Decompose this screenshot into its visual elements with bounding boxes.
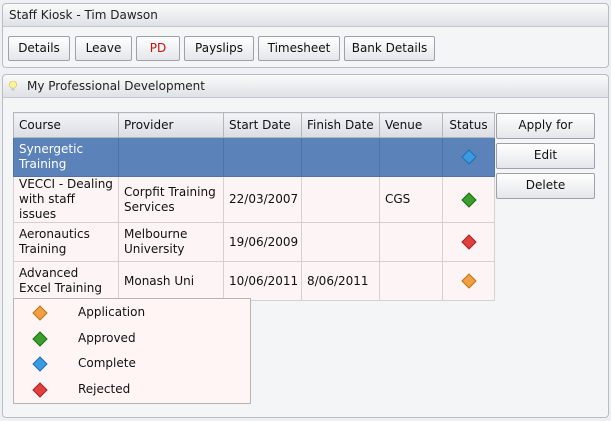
column-header-start-date[interactable]: Start Date — [223, 112, 302, 138]
bank-details-button[interactable]: Bank Details — [344, 36, 435, 61]
start-date-cell: 19/06/2009 — [223, 222, 302, 262]
professional-development-panel: My Professional Development Course Provi… — [2, 74, 609, 418]
lightbulb-icon — [9, 81, 17, 91]
start-date-cell: 22/03/2007 — [223, 176, 302, 223]
window-title: Staff Kiosk - Tim Dawson — [3, 4, 608, 27]
approved-diamond-icon — [32, 330, 48, 347]
details-button[interactable]: Details — [8, 36, 70, 61]
table-row[interactable]: VECCI - Dealing with staff issues Corpfi… — [13, 176, 495, 223]
edit-button[interactable]: Edit — [496, 143, 595, 169]
application-diamond-icon — [32, 304, 48, 321]
status-cell — [442, 261, 495, 301]
finish-date-cell — [301, 222, 380, 262]
venue-cell — [379, 137, 443, 177]
approved-diamond-icon — [460, 191, 477, 208]
course-cell: Synergetic Training — [13, 137, 119, 177]
venue-cell: CGS — [379, 176, 443, 223]
column-header-status[interactable]: Status — [442, 112, 495, 138]
column-header-finish-date[interactable]: Finish Date — [301, 112, 380, 138]
column-header-provider[interactable]: Provider — [118, 112, 224, 138]
legend-label: Application — [78, 305, 146, 319]
finish-date-cell — [301, 176, 380, 223]
payslips-button[interactable]: Payslips — [184, 36, 254, 61]
panel-header: My Professional Development — [3, 75, 608, 98]
staff-kiosk-panel: Staff Kiosk - Tim Dawson Details Leave P… — [2, 3, 609, 68]
status-cell — [442, 137, 495, 177]
legend-item-complete: Complete — [32, 353, 136, 373]
legend-label: Complete — [78, 356, 136, 370]
panel-title: My Professional Development — [27, 79, 205, 93]
timesheet-button[interactable]: Timesheet — [258, 36, 340, 61]
delete-button[interactable]: Delete — [496, 173, 595, 199]
table-row[interactable]: Advanced Excel Training Monash Uni 10/06… — [13, 261, 495, 301]
start-date-cell: 10/06/2011 — [223, 261, 302, 301]
column-header-venue[interactable]: Venue — [379, 112, 443, 138]
status-legend: Application Approved Complete Rejected — [13, 298, 251, 404]
complete-diamond-icon — [32, 355, 48, 372]
rejected-diamond-icon — [460, 234, 477, 250]
finish-date-cell — [301, 137, 380, 177]
status-cell — [442, 222, 495, 262]
legend-label: Rejected — [78, 382, 131, 396]
start-date-cell — [223, 137, 302, 177]
legend-item-approved: Approved — [32, 328, 136, 348]
provider-cell: Corpfit Training Services — [118, 176, 224, 223]
venue-cell — [379, 261, 443, 301]
table-row[interactable]: Aeronautics Training Melbourne Universit… — [13, 222, 495, 262]
application-diamond-icon — [460, 273, 477, 289]
pd-table: Course Provider Start Date Finish Date V… — [13, 112, 495, 301]
legend-item-rejected: Rejected — [32, 379, 130, 399]
legend-item-application: Application — [32, 302, 145, 322]
table-row[interactable]: Synergetic Training — [13, 137, 495, 177]
table-header-row: Course Provider Start Date Finish Date V… — [13, 112, 495, 138]
column-header-course[interactable]: Course — [13, 112, 119, 138]
finish-date-cell: 8/06/2011 — [301, 261, 380, 301]
legend-label: Approved — [78, 331, 136, 345]
venue-cell — [379, 222, 443, 262]
apply-for-button[interactable]: Apply for — [496, 113, 595, 139]
complete-diamond-icon — [460, 149, 477, 165]
course-cell: VECCI - Dealing with staff issues — [13, 176, 119, 223]
provider-cell — [118, 137, 224, 177]
provider-cell: Melbourne University — [118, 222, 224, 262]
rejected-diamond-icon — [32, 381, 48, 398]
provider-cell: Monash Uni — [118, 261, 224, 301]
leave-button[interactable]: Leave — [75, 36, 132, 61]
course-cell: Advanced Excel Training — [13, 261, 119, 301]
course-cell: Aeronautics Training — [13, 222, 119, 262]
pd-button[interactable]: PD — [136, 36, 180, 61]
status-cell — [442, 176, 495, 223]
